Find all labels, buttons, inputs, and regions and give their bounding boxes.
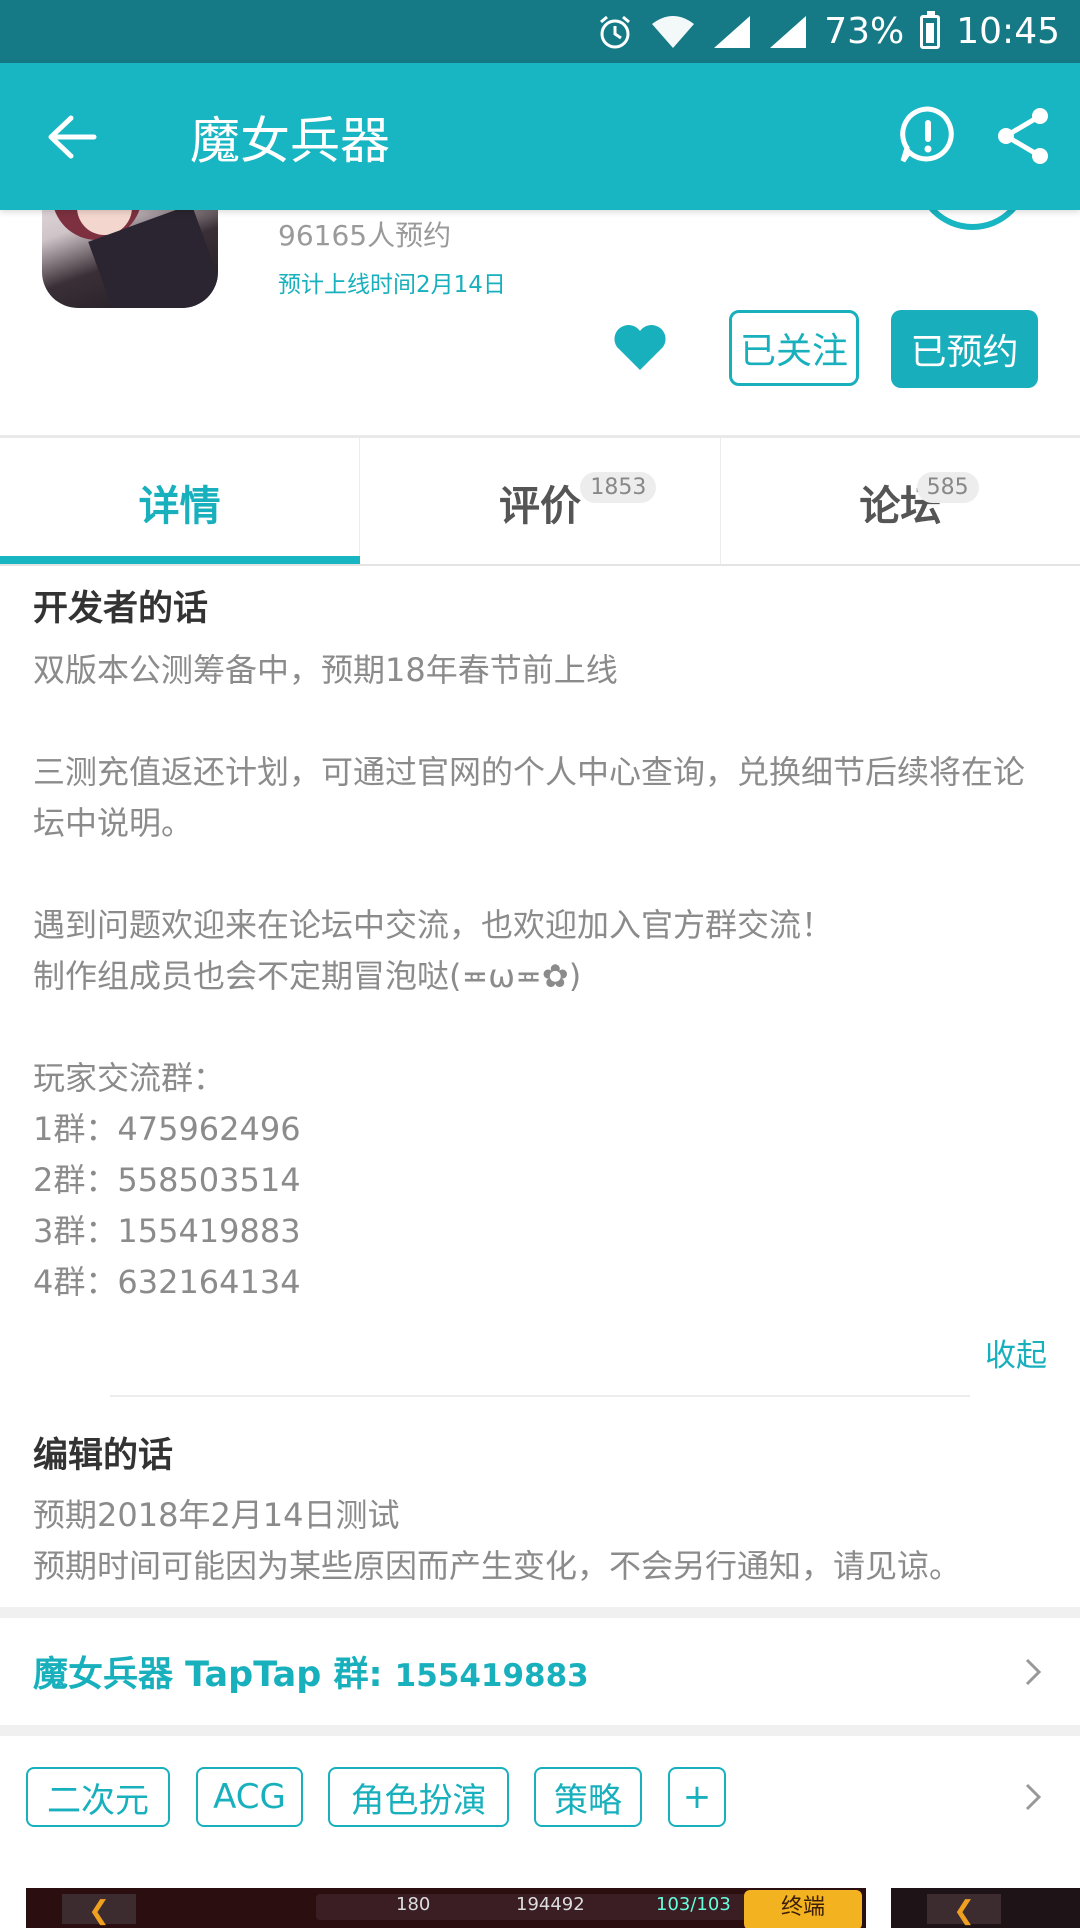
developer-section-title: 开发者的话: [33, 589, 209, 629]
tab-indicator: [0, 556, 360, 564]
wifi-icon: [650, 14, 696, 50]
reservation-count: 96165人预约: [278, 219, 452, 252]
tag-chip[interactable]: 角色扮演: [328, 1767, 509, 1827]
back-arrow-icon: [48, 115, 97, 159]
text-line: 玩家交流群：: [33, 1059, 226, 1097]
terminal-label: 终端: [780, 1895, 825, 1920]
screenshot-thumbnail[interactable]: ❮: [891, 1888, 1080, 1928]
text-line: 预期时间可能因为某些原因而产生变化，不会另行通知，请见谅。: [33, 1547, 962, 1585]
share-icon: [998, 108, 1048, 164]
divider: [110, 1395, 970, 1397]
review-count-badge: 1853: [580, 472, 657, 503]
forum-count-badge: 585: [916, 472, 979, 503]
like-button[interactable]: [612, 322, 668, 372]
tab-label: 评价: [498, 481, 581, 530]
tag-chip[interactable]: 二次元: [26, 1767, 170, 1827]
clock: 10:45: [956, 11, 1060, 52]
hud-value: 180: [396, 1894, 431, 1915]
heart-icon: [614, 324, 666, 370]
game-hud: 180 194492 103/103: [316, 1894, 776, 1920]
share-button[interactable]: [990, 103, 1056, 169]
chevron-right-icon[interactable]: [1016, 1780, 1050, 1814]
alarm-icon: [596, 13, 634, 51]
signal-icon: [712, 14, 752, 50]
add-tag-button[interactable]: +: [668, 1767, 726, 1827]
report-button[interactable]: [895, 103, 961, 169]
divider: [0, 564, 1080, 566]
tab-details[interactable]: 详情: [0, 438, 359, 565]
screenshot-strip[interactable]: ❮ 180 194492 103/103 终端 ❮: [0, 1868, 1080, 1928]
tag-chip[interactable]: ACG: [196, 1767, 303, 1827]
section-separator: [0, 1607, 1080, 1618]
app-bar: 魔女兵器: [0, 63, 1080, 210]
text-line: 制作组成员也会不定期冒泡哒(≖ω≖✿): [33, 957, 582, 995]
screenshot-thumbnail[interactable]: ❮ 180 194492 103/103 终端: [26, 1888, 866, 1928]
battery-percent: 73%: [824, 11, 905, 52]
group-name: 魔女兵器 TapTap 群:: [33, 1655, 383, 1695]
group-number-3: 3群：155419883: [33, 1212, 301, 1250]
group-number-1: 1群：475962496: [33, 1110, 301, 1148]
tab-reviews[interactable]: 评价 1853: [359, 438, 719, 565]
group-row[interactable]: 魔女兵器 TapTap 群: 155419883: [0, 1618, 1080, 1725]
exclamation-bubble-icon: [900, 106, 954, 163]
text-line: 三测充值返还计划，可通过官网的个人中心查询，兑换细节后续将在论坛中说明。: [33, 753, 1026, 842]
terminal-button: 终端: [744, 1890, 862, 1928]
release-date: 预计上线时间2月14日: [278, 272, 506, 298]
text-line: 预期2018年2月14日测试: [33, 1496, 400, 1534]
status-bar: 73% 10:45: [0, 0, 1080, 63]
chevron-right-icon: [1025, 1658, 1042, 1685]
signal-icon-2: [768, 14, 808, 50]
editor-notes: 预期2018年2月14日测试 预期时间可能因为某些原因而产生变化，不会另行通知，…: [33, 1490, 1053, 1592]
tab-label: 详情: [138, 481, 221, 530]
follow-button[interactable]: 已关注: [729, 310, 859, 386]
back-button[interactable]: [40, 105, 104, 169]
editor-section-title: 编辑的话: [33, 1436, 174, 1476]
group-number-4: 4群：632164134: [33, 1263, 301, 1301]
page-title: 魔女兵器: [190, 112, 390, 170]
battery-icon: [920, 10, 941, 49]
tab-forum[interactable]: 论坛 585: [719, 438, 1080, 565]
tab-bar: 详情 评价 1853 论坛 585: [0, 438, 1080, 565]
group-number-2: 2群：558503514: [33, 1161, 301, 1199]
hud-value: 194492: [516, 1894, 585, 1915]
group-label: 魔女兵器 TapTap 群: 155419883: [33, 1646, 589, 1697]
text-line: 遇到问题欢迎来在论坛中交流，也欢迎加入官方群交流！: [33, 906, 834, 944]
tag-chip[interactable]: 策略: [534, 1767, 642, 1827]
tags-row: 二次元 ACG 角色扮演 策略 +: [0, 1735, 1080, 1860]
collapse-link[interactable]: 收起: [985, 1330, 1047, 1375]
group-number: 155419883: [394, 1658, 589, 1694]
text-line: 双版本公测筹备中，预期18年春节前上线: [33, 651, 618, 689]
hud-value: 103/103: [656, 1894, 731, 1915]
developer-notes: 双版本公测筹备中，预期18年春节前上线 三测充值返还计划，可通过官网的个人中心查…: [33, 645, 1043, 1308]
reserve-button[interactable]: 已预约: [891, 310, 1038, 388]
